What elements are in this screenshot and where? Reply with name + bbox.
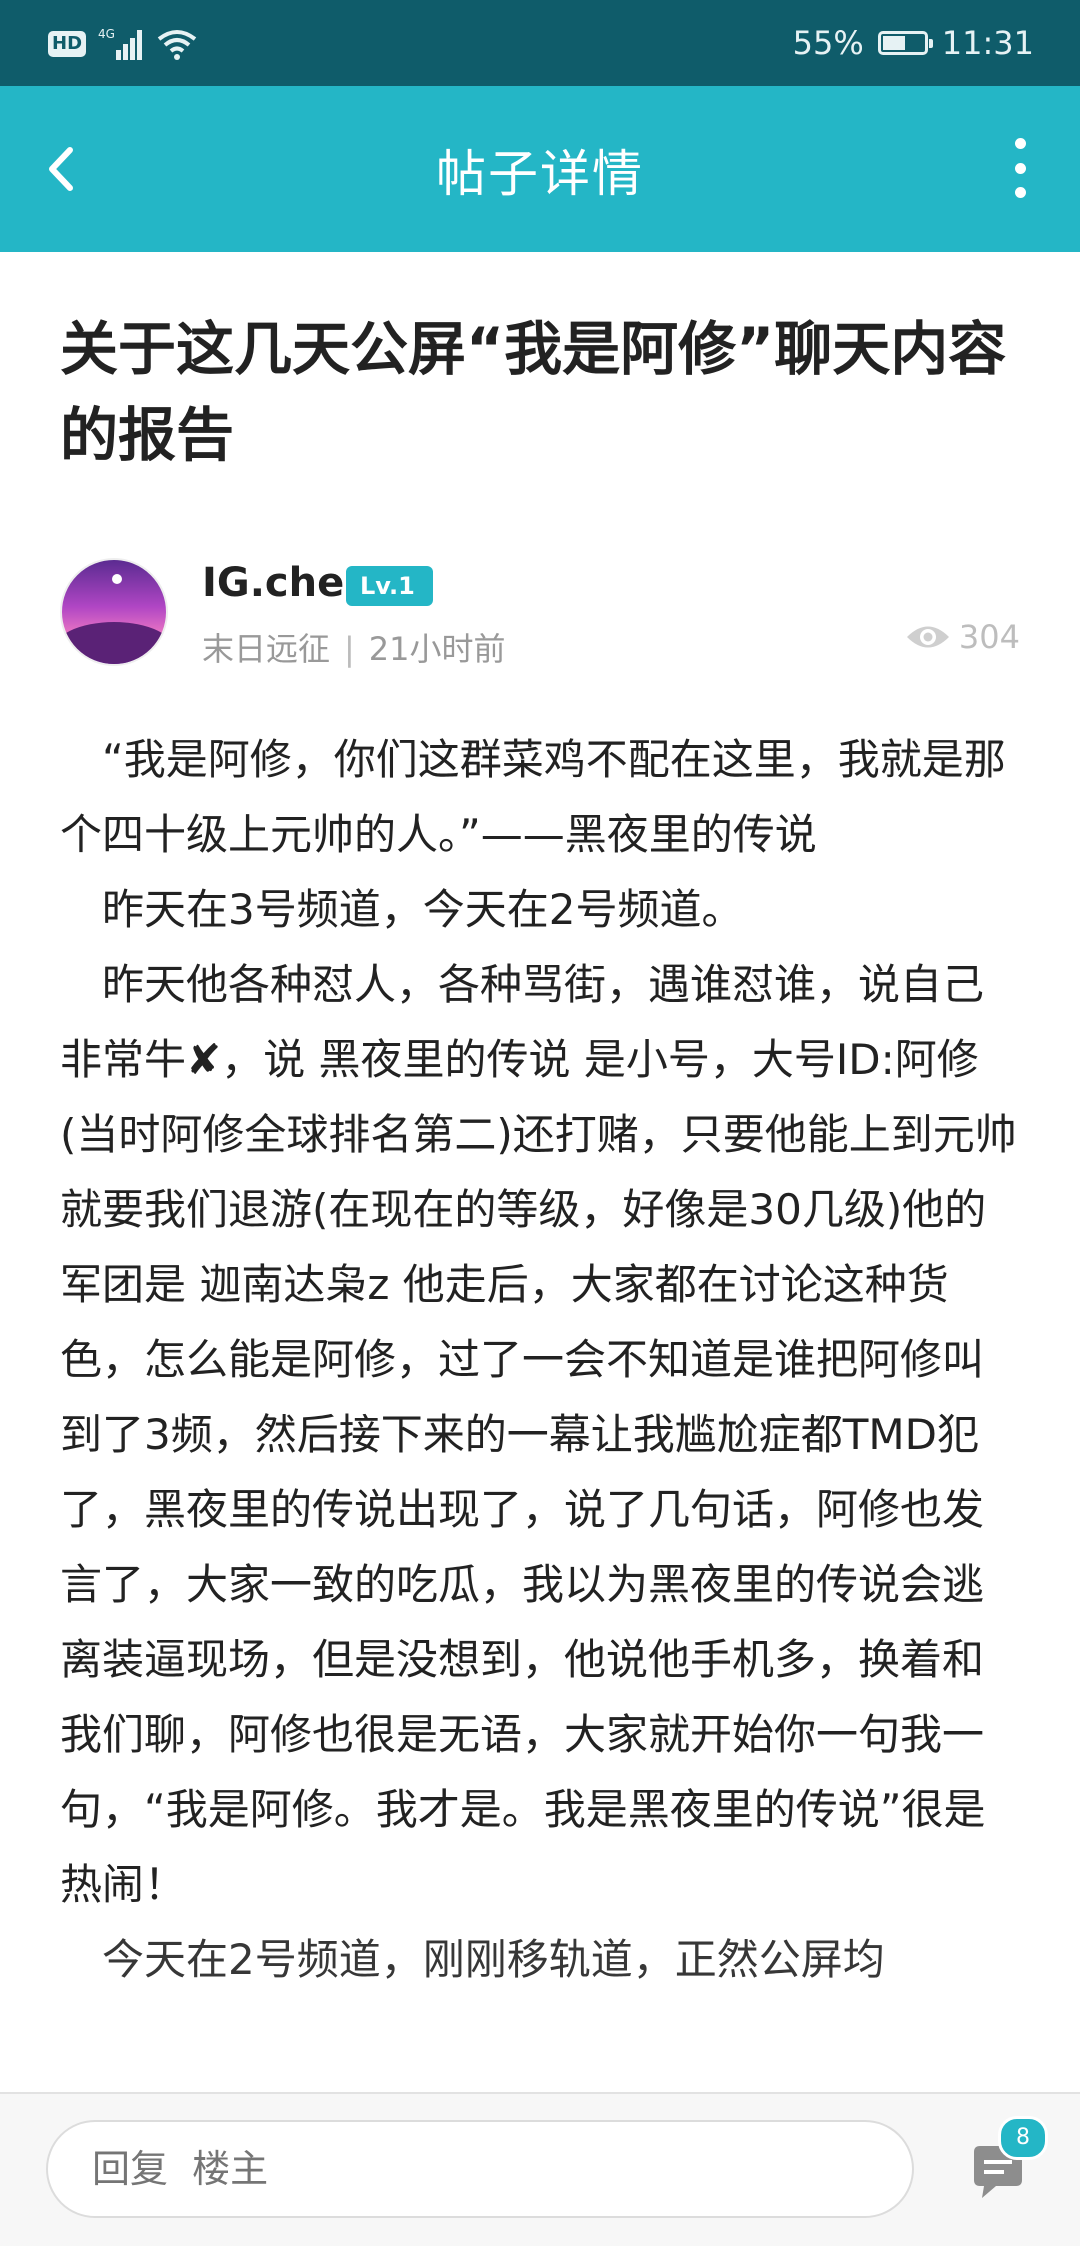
- status-left: HD 4G: [48, 22, 198, 66]
- svg-text:4G: 4G: [98, 27, 115, 41]
- author-guild: 末日远征: [202, 630, 331, 668]
- meta-separator: |: [344, 630, 355, 668]
- post-body: “我是阿修，你们这群菜鸡不配在这里，我就是那个四十级上元帅的人。”——黑夜里的传…: [60, 722, 1020, 1997]
- author-row: IG.che Lv.1 末日远征 | 21小时前 304: [60, 558, 1020, 670]
- battery-percent: 55%: [792, 24, 864, 62]
- post-paragraph: 今天在2号频道，刚刚移轨道，正然公屏均: [102, 1935, 885, 1984]
- clock: 11:31: [941, 24, 1034, 62]
- author-name[interactable]: IG.che: [202, 560, 344, 606]
- page-title: 帖子详情: [436, 145, 644, 203]
- app-header: 帖子详情: [0, 86, 1080, 252]
- comment-count-badge: 8: [998, 2116, 1048, 2160]
- view-count-value: 304: [958, 618, 1020, 656]
- reply-bar: 8: [0, 2092, 1080, 2246]
- wifi-icon: [157, 30, 197, 60]
- view-count: 304: [905, 618, 1020, 656]
- battery-icon: [877, 31, 933, 55]
- status-right: 55% 11:31: [793, 20, 1034, 66]
- post-time: 21小时前: [368, 630, 506, 668]
- post-paragraph: “我是阿修，你们这群菜鸡不配在这里，我就是那个四十级上元帅的人。”——黑夜里的传…: [60, 735, 1006, 859]
- status-bar: HD 4G 55% 11:31: [0, 0, 1080, 86]
- post-paragraph: 昨天在3号频道，今天在2号频道。: [102, 885, 744, 934]
- avatar[interactable]: [60, 558, 168, 666]
- level-badge: Lv.1: [346, 566, 433, 606]
- author-meta: 末日远征 | 21小时前: [202, 624, 506, 670]
- hd-badge: HD: [48, 31, 87, 57]
- post-title: 关于这几天公屏“我是阿修”聊天内容的报告: [60, 315, 1007, 469]
- more-options-button[interactable]: [1000, 138, 1040, 198]
- eye-icon: [906, 626, 949, 648]
- reply-input[interactable]: [46, 2120, 914, 2218]
- more-vertical-icon: [1014, 138, 1026, 149]
- signal-icon: 4G: [98, 27, 143, 60]
- post-paragraph: 昨天他各种怼人，各种骂街，遇谁怼谁，说自己非常牛✘，说 黑夜里的传说 是小号，大…: [60, 960, 1017, 1909]
